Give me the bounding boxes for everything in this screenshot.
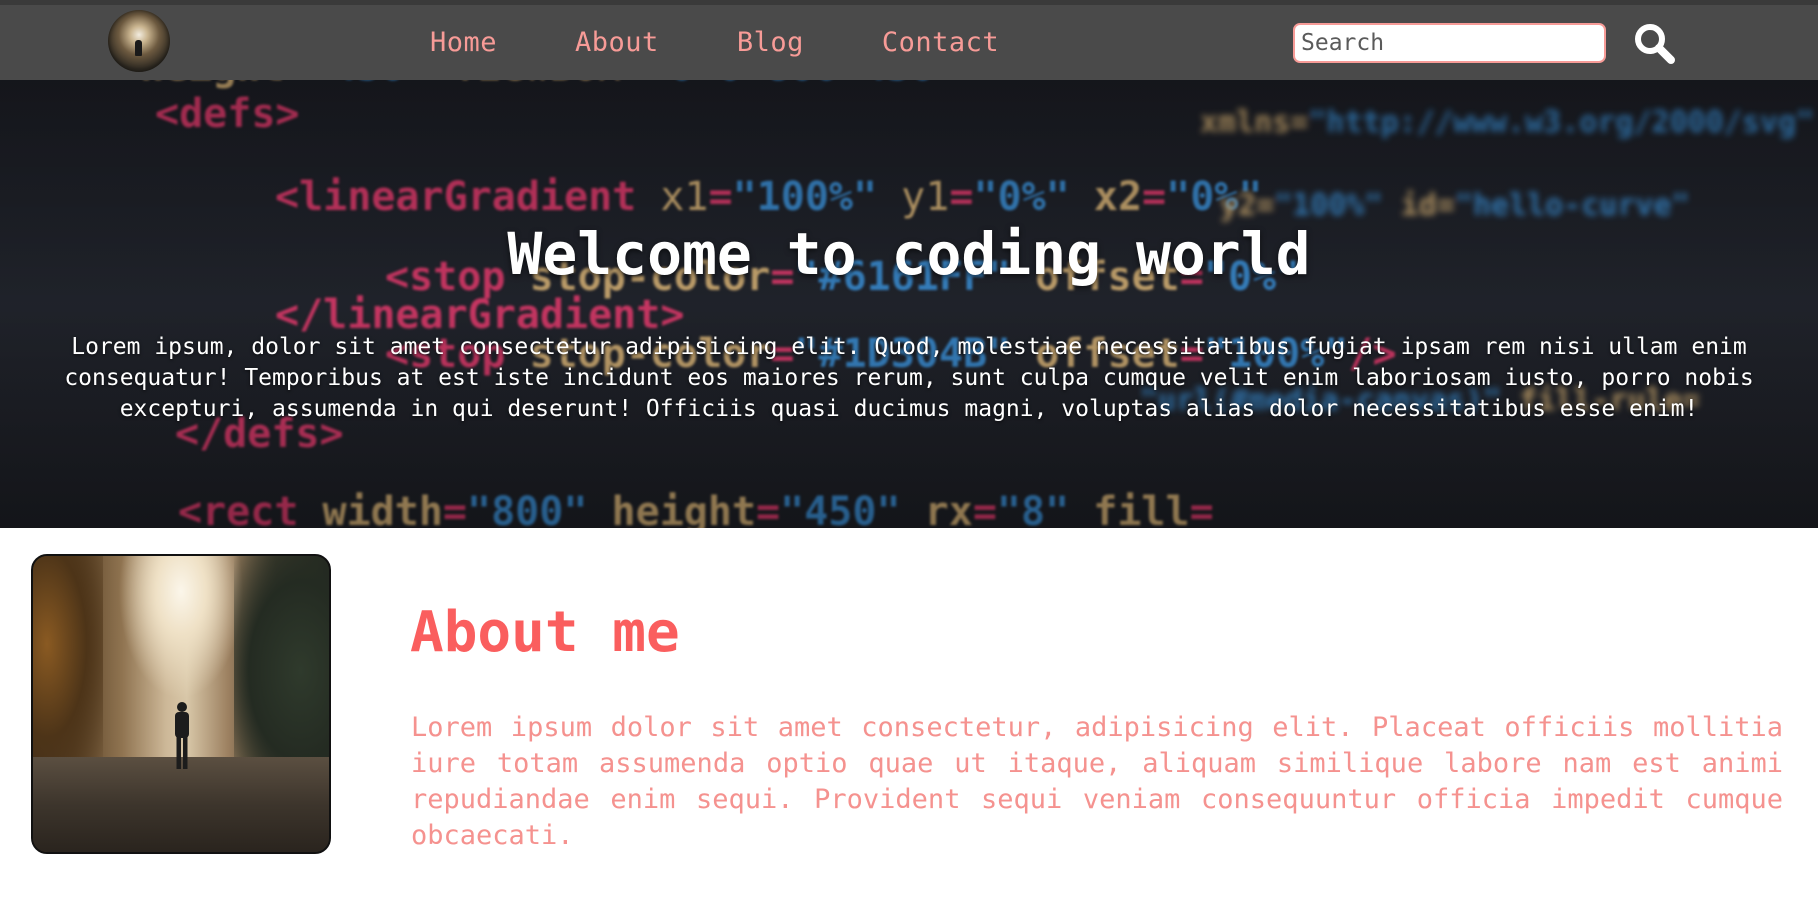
- logo-avatar[interactable]: [108, 10, 170, 72]
- hero-title: Welcome to coding world: [507, 220, 1311, 288]
- nav-link-blog[interactable]: Blog: [737, 27, 804, 58]
- search-button[interactable]: [1631, 21, 1679, 69]
- logo-figure: [135, 40, 142, 56]
- about-description: Lorem ipsum dolor sit amet consectetur, …: [411, 712, 1783, 851]
- photo-trees-right: [234, 556, 329, 786]
- navbar: Home About Blog Contact: [0, 5, 1818, 80]
- nav-link-contact[interactable]: Contact: [882, 27, 999, 58]
- about-title: About me: [410, 600, 680, 665]
- nav-link-about[interactable]: About: [575, 27, 659, 58]
- code-background-image: height="450" viewBox="0 0 800 450" <defs…: [0, 80, 1818, 528]
- photo-path: [33, 757, 329, 852]
- search-icon: [1635, 23, 1675, 64]
- hero-description: Lorem ipsum, dolor sit amet consectetur …: [64, 334, 1754, 422]
- nav-link-home[interactable]: Home: [430, 27, 497, 58]
- nav-links: Home About Blog Contact: [430, 5, 1077, 80]
- about-photo: [31, 554, 331, 854]
- photo-trees-left: [33, 556, 103, 776]
- photo-person: [175, 702, 189, 769]
- search-input[interactable]: [1293, 23, 1606, 63]
- hero-banner: height="450" viewBox="0 0 800 450" <defs…: [0, 80, 1818, 528]
